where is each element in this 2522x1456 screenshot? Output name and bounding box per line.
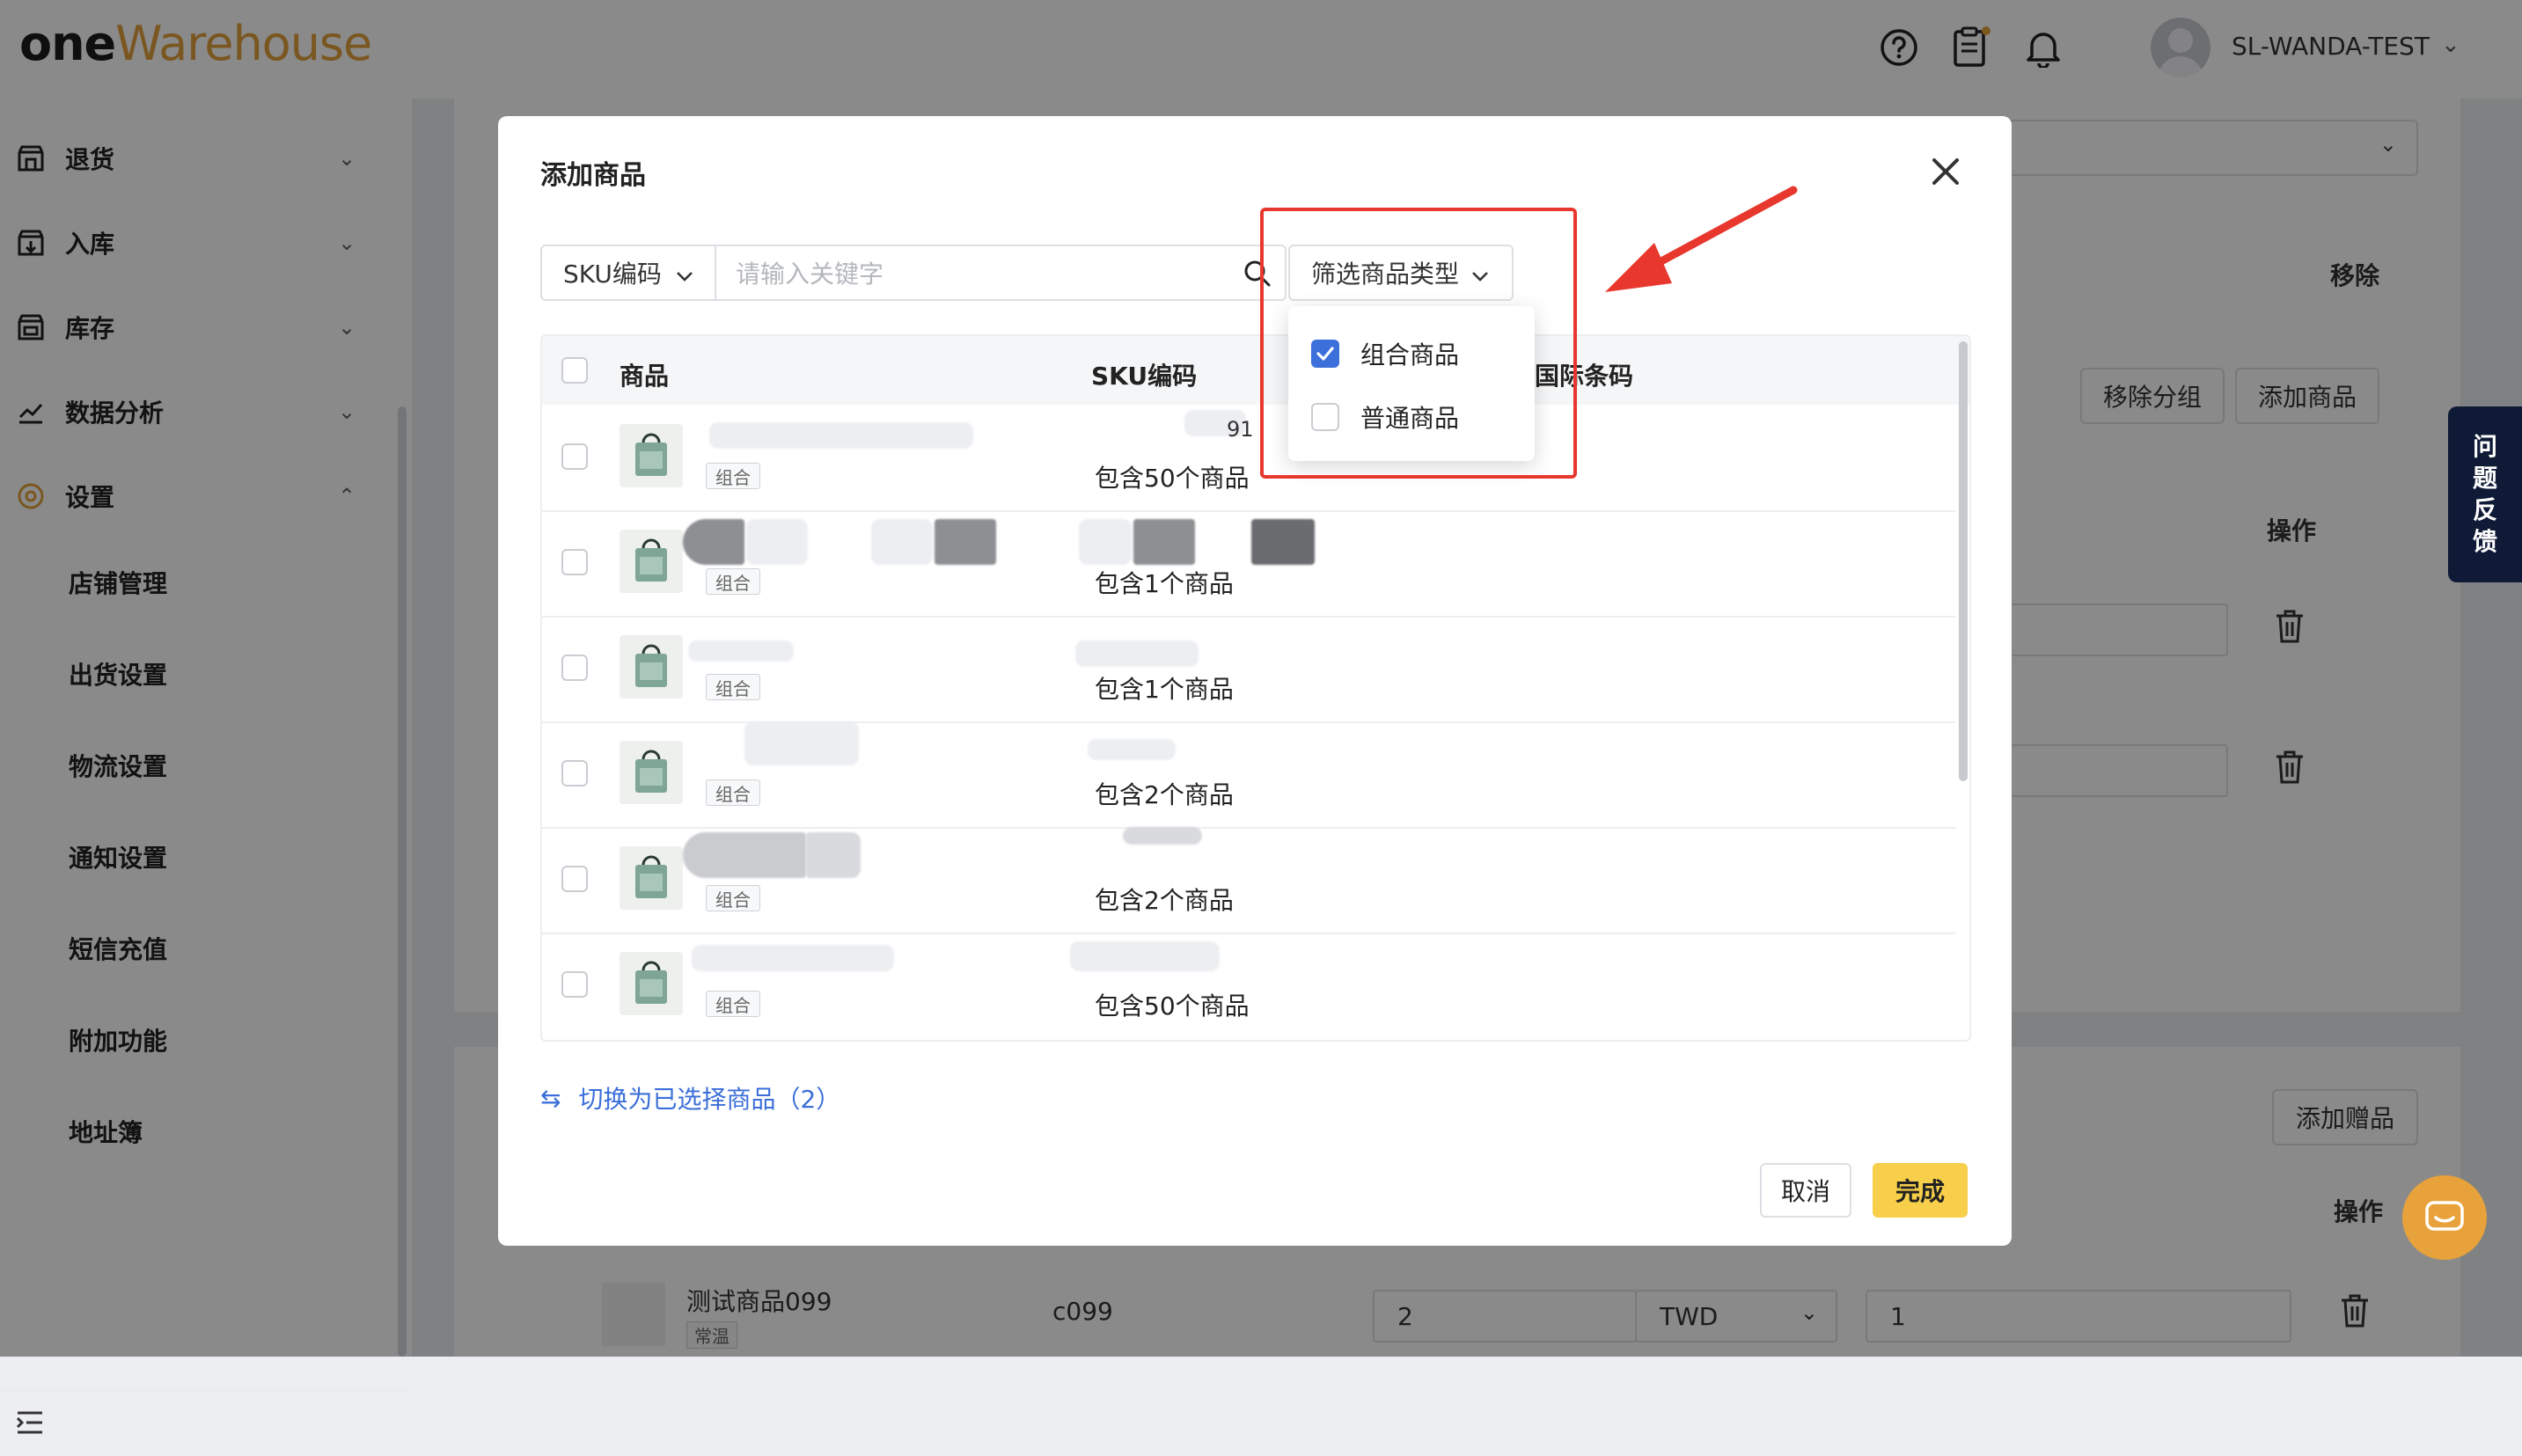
annotation-arrow	[1605, 186, 1798, 292]
redacted-text	[806, 832, 861, 878]
product-count: 包含1个商品	[1095, 675, 1234, 704]
row-checkbox[interactable]	[561, 866, 588, 892]
table-scrollbar[interactable]	[1959, 341, 1968, 781]
product-type-tag: 组合	[706, 779, 760, 806]
redacted-text	[1123, 827, 1202, 845]
table-header: 商品 SKU编码 国际条码	[542, 336, 1969, 405]
search-input[interactable]: 请输入关键字	[715, 245, 1287, 301]
feedback-label: 问题反馈	[2472, 432, 2497, 556]
feedback-tab[interactable]: 问题反馈	[2448, 406, 2522, 582]
redacted-text	[692, 945, 894, 971]
switch-link-label: 切换为已选择商品（2）	[578, 1085, 841, 1114]
redacted-text	[683, 832, 806, 878]
product-type-tag: 组合	[706, 568, 760, 595]
redacted-text	[1070, 941, 1220, 971]
product-count: 包含1个商品	[1095, 569, 1234, 598]
product-thumbnail	[620, 530, 683, 593]
modal-title: 添加商品	[540, 160, 646, 191]
switch-selected-link[interactable]: ⇆ 切换为已选择商品（2）	[540, 1080, 840, 1116]
redacted-text	[1088, 739, 1176, 760]
redacted-text	[746, 519, 808, 565]
switch-arrows-icon: ⇆	[540, 1083, 561, 1113]
redacted-text	[871, 519, 933, 565]
redacted-text	[935, 519, 996, 565]
product-count: 包含2个商品	[1095, 780, 1234, 809]
product-type-tag: 组合	[706, 991, 760, 1017]
product-type-tag: 组合	[706, 463, 760, 489]
redacted-text	[744, 721, 859, 765]
search-placeholder: 请输入关键字	[736, 260, 884, 289]
redacted-text	[1079, 519, 1132, 565]
product-thumbnail	[620, 952, 683, 1015]
chat-bubble-button[interactable]	[2402, 1175, 2487, 1260]
table-row[interactable]: 组合 包含2个商品	[542, 827, 1955, 934]
annotation-highlight-box	[1260, 208, 1577, 479]
row-checkbox[interactable]	[561, 655, 588, 681]
product-thumbnail	[620, 846, 683, 910]
product-table: 商品 SKU编码 国际条码 组合 91 包含50个商品 组合 包含1个商品 组合…	[540, 334, 1971, 1042]
redacted-text	[688, 640, 794, 662]
product-thumbnail	[620, 424, 683, 487]
row-checkbox[interactable]	[561, 971, 588, 998]
sku-select-value: SKU编码	[563, 260, 662, 289]
product-count: 包含50个商品	[1095, 991, 1250, 1021]
chat-icon	[2425, 1201, 2464, 1231]
column-header-sku: SKU编码	[1091, 362, 1198, 391]
row-checkbox[interactable]	[561, 549, 588, 575]
product-type-tag: 组合	[706, 885, 760, 911]
redacted-text	[1075, 640, 1199, 667]
product-count: 包含50个商品	[1095, 464, 1250, 493]
collapse-menu-icon[interactable]	[16, 1410, 44, 1438]
redacted-text	[1251, 519, 1315, 565]
redacted-text	[683, 519, 744, 565]
partial-sku-text: 91	[1227, 417, 1254, 442]
table-row[interactable]: 组合 包含50个商品	[542, 933, 1955, 1038]
row-checkbox[interactable]	[561, 760, 588, 787]
table-row[interactable]: 组合 91 包含50个商品	[542, 405, 1955, 512]
done-button[interactable]: 完成	[1873, 1163, 1968, 1218]
select-all-checkbox[interactable]	[561, 357, 588, 384]
sidebar-footer	[0, 1390, 412, 1456]
chevron-down-icon	[676, 259, 693, 288]
row-checkbox[interactable]	[561, 443, 588, 470]
table-row[interactable]: 组合 包含2个商品	[542, 721, 1955, 829]
redacted-text	[1133, 519, 1195, 565]
redacted-text	[709, 422, 973, 449]
sku-field-select[interactable]: SKU编码	[540, 245, 716, 301]
product-thumbnail	[620, 741, 683, 804]
cancel-button[interactable]: 取消	[1760, 1163, 1851, 1218]
table-row[interactable]: 组合 包含1个商品	[542, 510, 1955, 618]
product-thumbnail	[620, 635, 683, 699]
table-row[interactable]: 组合 包含1个商品	[542, 616, 1955, 723]
close-icon[interactable]	[1924, 150, 1968, 194]
product-count: 包含2个商品	[1095, 886, 1234, 915]
column-header-product: 商品	[620, 362, 670, 391]
product-type-tag: 组合	[706, 674, 760, 700]
